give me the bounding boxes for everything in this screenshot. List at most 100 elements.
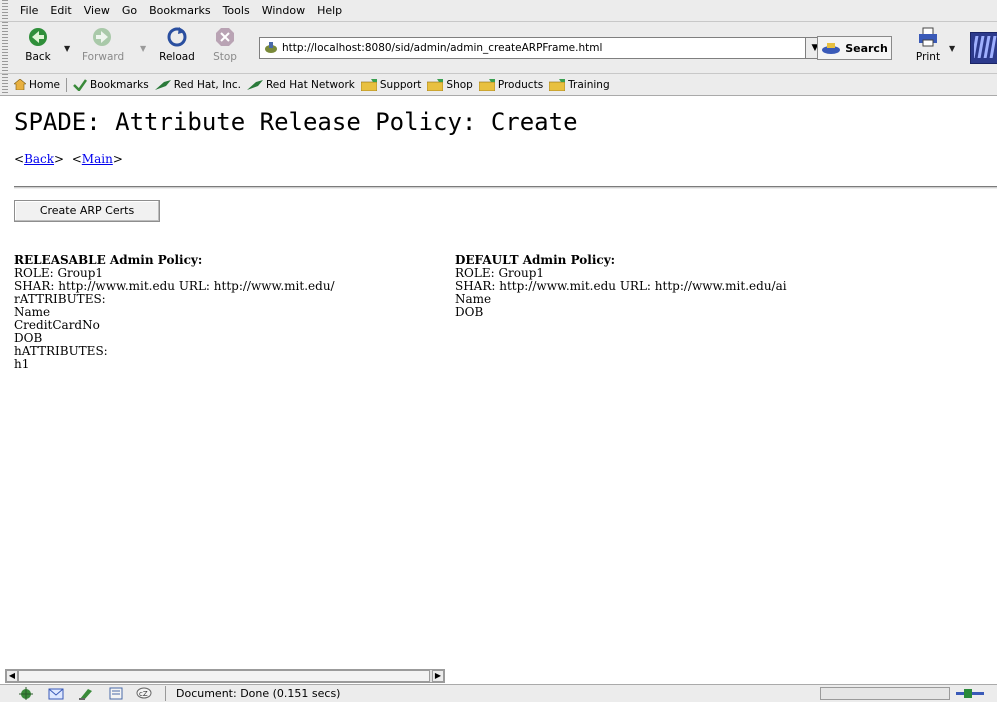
bookmarks-icon (73, 78, 88, 91)
releasable-attr-item: Name (14, 305, 51, 319)
horizontal-scrollbar[interactable]: ◀ ▶ (5, 669, 445, 683)
personal-item-redhat-network[interactable]: Red Hat Network (246, 78, 355, 91)
irc-chat-component-icon[interactable]: cZ (136, 687, 152, 700)
folder-icon (478, 78, 495, 91)
personal-item-redhat-network-label: Red Hat Network (265, 78, 355, 91)
releasable-shar: SHAR: http://www.mit.edu URL: http://www… (14, 279, 335, 293)
redhat-network-bookmark-icon (246, 79, 263, 90)
menu-file[interactable]: File (20, 4, 38, 17)
back-history-dropdown[interactable]: ▼ (64, 44, 70, 53)
personal-item-support-label: Support (379, 78, 422, 91)
default-attr-item: DOB (455, 305, 484, 319)
personal-item-products[interactable]: Products (478, 78, 544, 91)
personal-item-products-label: Products (497, 78, 544, 91)
folder-icon (427, 78, 444, 91)
stop-button[interactable]: Stop (205, 26, 245, 70)
menu-go[interactable]: Go (122, 4, 137, 17)
menu-tools[interactable]: Tools (223, 4, 250, 17)
search-label: Search (845, 41, 888, 55)
personal-item-home-label: Home (29, 78, 61, 91)
releasable-attr-item: DOB (14, 331, 43, 345)
back-label: Back (25, 51, 51, 63)
stop-label: Stop (213, 51, 237, 63)
reload-label: Reload (159, 51, 195, 63)
default-policy-block: DEFAULT Admin Policy: ROLE: Group1 SHAR:… (455, 254, 995, 319)
print-button[interactable]: Print (908, 26, 948, 70)
menu-bar: File Edit View Go Bookmarks Tools Window… (0, 0, 997, 22)
statusbar-divider (165, 686, 166, 701)
page-proxy-icon[interactable] (264, 41, 278, 55)
personal-item-bookmarks[interactable]: Bookmarks (73, 79, 149, 91)
redhat-bookmark-icon (154, 79, 171, 90)
personal-item-redhat-inc-label: Red Hat, Inc. (173, 78, 241, 91)
menubar-grip[interactable] (2, 0, 8, 21)
page-nav-links: <Back> <Main> (14, 152, 123, 166)
folder-icon (360, 78, 377, 91)
menu-view[interactable]: View (84, 4, 110, 17)
personal-item-training[interactable]: Training (549, 78, 610, 91)
navigator-component-icon[interactable] (18, 687, 34, 700)
personalbar-grip[interactable] (2, 74, 8, 95)
printer-icon (919, 27, 937, 47)
personal-item-support[interactable]: Support (360, 78, 422, 91)
personal-separator (66, 77, 68, 92)
default-attr-item: Name (455, 292, 492, 306)
address-book-component-icon[interactable] (108, 687, 124, 700)
status-text: Document: Done (0.151 secs) (176, 687, 341, 700)
scrollbar-thumb[interactable] (18, 670, 430, 682)
home-icon (14, 79, 26, 90)
online-status-icon[interactable] (956, 687, 992, 700)
status-bar: cZ Document: Done (0.151 secs) (0, 684, 997, 702)
composer-component-icon[interactable] (78, 687, 94, 700)
scroll-right-button[interactable]: ▶ (432, 670, 444, 682)
forward-history-dropdown[interactable]: ▼ (140, 44, 146, 53)
forward-label: Forward (82, 51, 125, 63)
forward-button[interactable]: Forward (82, 26, 125, 70)
releasable-policy-block: RELEASABLE Admin Policy: ROLE: Group1 SH… (14, 254, 454, 371)
scroll-left-button[interactable]: ◀ (6, 670, 18, 682)
releasable-attr-item: CreditCardNo (14, 318, 100, 332)
svg-text:cZ: cZ (139, 690, 148, 698)
personal-item-shop-label: Shop (446, 78, 473, 91)
menu-window[interactable]: Window (262, 4, 305, 17)
url-bar[interactable]: ▼ (259, 37, 825, 59)
activity-throbber-icon (971, 36, 997, 58)
default-role: ROLE: Group1 (455, 266, 545, 280)
back-arrow-icon (29, 28, 47, 46)
personal-item-redhat-inc[interactable]: Red Hat, Inc. (154, 78, 241, 91)
toolbar-grip[interactable] (2, 22, 8, 72)
throbber-logo[interactable] (970, 32, 997, 64)
releasable-hattributes-label: hATTRIBUTES: (14, 344, 108, 358)
create-arp-certs-button[interactable]: Create ARP Certs (14, 200, 160, 222)
forward-arrow-icon (93, 28, 111, 46)
stop-icon (216, 28, 234, 46)
print-options-dropdown[interactable]: ▼ (949, 44, 955, 53)
progress-meter (820, 687, 950, 700)
mail-component-icon[interactable] (48, 687, 64, 700)
menu-edit[interactable]: Edit (50, 4, 71, 17)
personal-item-home[interactable]: Home (14, 79, 60, 91)
print-label: Print (915, 51, 941, 63)
personal-item-training-label: Training (568, 78, 610, 91)
back-link[interactable]: Back (24, 152, 54, 166)
releasable-role: ROLE: Group1 (14, 266, 104, 280)
page-title: SPADE: Attribute Release Policy: Create (14, 108, 578, 136)
releasable-hattr-item: h1 (14, 357, 30, 371)
horizontal-rule (14, 186, 997, 189)
personal-item-bookmarks-label: Bookmarks (90, 78, 149, 91)
releasable-rattributes-label: rATTRIBUTES: (14, 292, 106, 306)
folder-icon (549, 78, 566, 91)
navigation-toolbar: Back ▼ Forward ▼ Reload Stop ▼ (0, 22, 997, 74)
menu-help[interactable]: Help (317, 4, 342, 17)
personal-item-shop[interactable]: Shop (427, 78, 473, 91)
main-link[interactable]: Main (82, 152, 113, 166)
page-content: SPADE: Attribute Release Policy: Create … (0, 96, 997, 668)
back-button[interactable]: Back (18, 26, 58, 70)
search-icon (822, 43, 841, 54)
reload-button[interactable]: Reload (157, 26, 197, 70)
url-input[interactable] (282, 38, 802, 58)
reload-icon (167, 27, 187, 47)
menu-bookmarks[interactable]: Bookmarks (149, 4, 210, 17)
search-button[interactable]: Search (817, 36, 892, 60)
default-shar: SHAR: http://www.mit.edu URL: http://www… (455, 279, 787, 293)
